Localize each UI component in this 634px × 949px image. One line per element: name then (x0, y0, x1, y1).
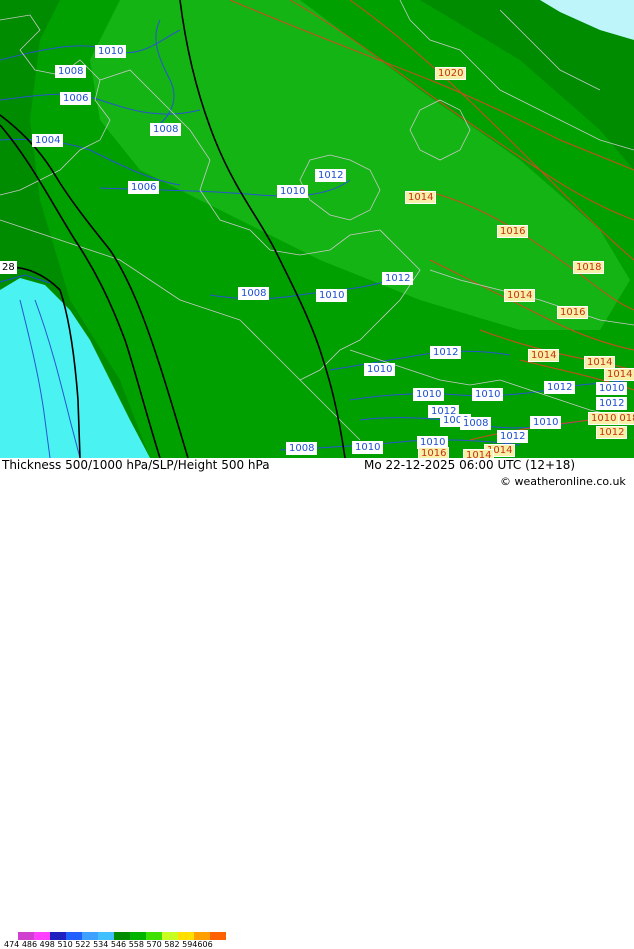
legend-swatch (178, 932, 194, 940)
isobar-label: 1008 (55, 65, 87, 78)
isobar-label: 1014 (463, 449, 495, 458)
isobar-label: 1010 (364, 363, 396, 376)
isobar-label: 1012 (497, 430, 529, 443)
isobar-label: 1010 (530, 416, 562, 429)
isobar-label: 1010 (95, 45, 127, 58)
legend-swatch (82, 932, 98, 940)
isobar-label: 1012 (596, 397, 628, 410)
isobar-label: 1012 (315, 169, 347, 182)
isobar-label: 1012 (544, 381, 576, 394)
isobar-label: 1010 (316, 289, 348, 302)
isobar-label: 1008 (238, 287, 270, 300)
legend-swatch (34, 932, 50, 940)
isobar-label: 1004 (32, 134, 64, 147)
legend-swatch (18, 932, 34, 940)
legend-swatch (162, 932, 178, 940)
isobar-label: 1014 (604, 368, 634, 381)
credit-text[interactable]: © weatheronline.co.uk (500, 475, 626, 488)
legend-swatch (98, 932, 114, 940)
map-canvas (0, 0, 634, 458)
isobar-label: 1016 (418, 447, 450, 458)
legend-swatch (146, 932, 162, 940)
weather-map: 1010 1008 1006 1008 1004 1006 1012 1010 … (0, 0, 634, 458)
legend-swatch (50, 932, 66, 940)
legend-swatch (194, 932, 210, 940)
legend-swatch (114, 932, 130, 940)
isobar-label: 1012 (596, 426, 628, 439)
isobar-label: 1016 (557, 306, 589, 319)
isobar-label: 1014 (504, 289, 536, 302)
isobar-label: 1006 (128, 181, 160, 194)
isobar-label: 1018 (573, 261, 605, 274)
map-title: Thickness 500/1000 hPa/SLP/Height 500 hP… (2, 458, 270, 472)
isobar-label: 1008 (150, 123, 182, 136)
isobar-label: 1008 (460, 417, 492, 430)
isobar-label: 1008 (286, 442, 318, 455)
forecast-datetime: Mo 22-12-2025 06:00 UTC (12+18) (364, 458, 576, 472)
legend-swatch (66, 932, 82, 940)
isobar-label: 1014 (528, 349, 560, 362)
isobar-label: 1020 (435, 67, 467, 80)
height-label: 28 (0, 261, 17, 274)
isobar-label: 1010 (472, 388, 504, 401)
isobar-label: 1010 (413, 388, 445, 401)
isobar-label: 1010 (588, 412, 620, 425)
isobar-label: 1016 (497, 225, 529, 238)
legend-swatch (130, 932, 146, 940)
isobar-label: 1010 (596, 382, 628, 395)
isobar-label: 1010 (277, 185, 309, 198)
isobar-label: 1012 (430, 346, 462, 359)
isobar-label: 1014 (405, 191, 437, 204)
legend-swatch (210, 932, 226, 940)
footer: Thickness 500/1000 hPa/SLP/Height 500 hP… (0, 458, 634, 949)
legend-ticks: 474 486 498 510 522 534 546 558 570 582 … (4, 940, 213, 949)
color-legend (18, 932, 226, 940)
isobar-label: 1010 (352, 441, 384, 454)
isobar-label: 1012 (382, 272, 414, 285)
isobar-label: 1006 (60, 92, 92, 105)
